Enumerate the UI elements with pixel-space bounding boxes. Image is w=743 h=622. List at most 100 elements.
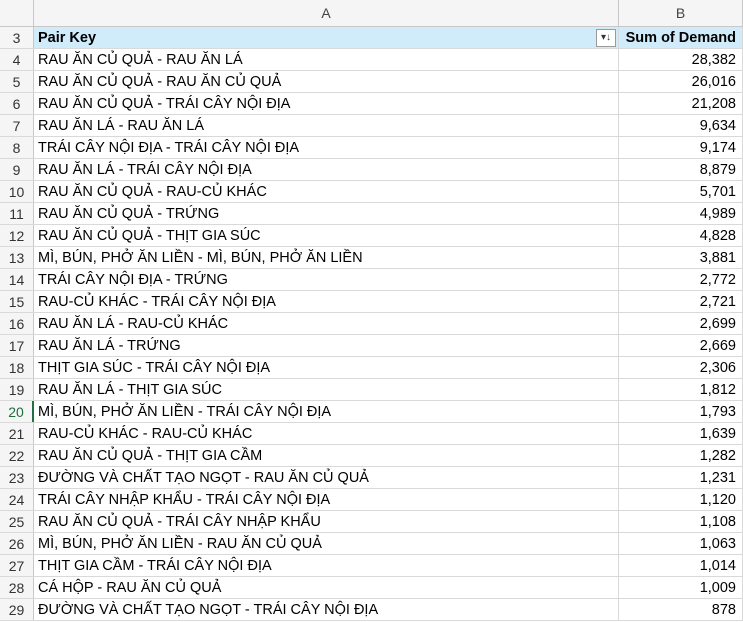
pair-key-cell[interactable]: RAU ĂN CỦ QUẢ - TRỨNG bbox=[34, 203, 619, 224]
table-row: 18 THỊT GIA SÚC - TRÁI CÂY NỘI ĐỊA 2,306 bbox=[0, 357, 743, 379]
row-number[interactable]: 12 bbox=[0, 225, 34, 246]
table-row: 6 RAU ĂN CỦ QUẢ - TRÁI CÂY NỘI ĐỊA 21,208 bbox=[0, 93, 743, 115]
sum-of-demand-cell[interactable]: 2,306 bbox=[619, 357, 743, 378]
pair-key-cell[interactable]: ĐƯỜNG VÀ CHẤT TẠO NGỌT - RAU ĂN CỦ QUẢ bbox=[34, 467, 619, 488]
row-number[interactable]: 18 bbox=[0, 357, 34, 378]
pair-key-cell[interactable]: MÌ, BÚN, PHỞ ĂN LIỀN - MÌ, BÚN, PHỞ ĂN L… bbox=[34, 247, 619, 268]
sum-of-demand-cell[interactable]: 1,014 bbox=[619, 555, 743, 576]
pair-key-cell[interactable]: TRÁI CÂY NHẬP KHẨU - TRÁI CÂY NỘI ĐỊA bbox=[34, 489, 619, 510]
pair-key-cell[interactable]: THỊT GIA SÚC - TRÁI CÂY NỘI ĐỊA bbox=[34, 357, 619, 378]
pair-key-cell[interactable]: RAU ĂN LÁ - RAU ĂN LÁ bbox=[34, 115, 619, 136]
pair-key-cell[interactable]: MÌ, BÚN, PHỞ ĂN LIỀN - TRÁI CÂY NỘI ĐỊA bbox=[34, 401, 619, 422]
pair-key-cell[interactable]: RAU ĂN CỦ QUẢ - RAU ĂN CỦ QUẢ bbox=[34, 71, 619, 92]
sum-of-demand-cell[interactable]: 4,828 bbox=[619, 225, 743, 246]
pair-key-cell[interactable]: RAU-CỦ KHÁC - TRÁI CÂY NỘI ĐỊA bbox=[34, 291, 619, 312]
row-number[interactable]: 10 bbox=[0, 181, 34, 202]
sum-of-demand-cell[interactable]: 9,174 bbox=[619, 137, 743, 158]
sum-of-demand-cell[interactable]: 2,699 bbox=[619, 313, 743, 334]
sum-of-demand-cell[interactable]: 28,382 bbox=[619, 49, 743, 70]
pair-key-cell[interactable]: RAU ĂN CỦ QUẢ - TRÁI CÂY NHẬP KHẨU bbox=[34, 511, 619, 532]
sum-of-demand-cell[interactable]: 9,634 bbox=[619, 115, 743, 136]
row-number[interactable]: 11 bbox=[0, 203, 34, 224]
column-header-b[interactable]: B bbox=[619, 0, 743, 26]
row-number[interactable]: 16 bbox=[0, 313, 34, 334]
select-all-corner[interactable] bbox=[0, 0, 34, 26]
row-number[interactable]: 4 bbox=[0, 49, 34, 70]
sum-of-demand-cell[interactable]: 8,879 bbox=[619, 159, 743, 180]
table-row: 12 RAU ĂN CỦ QUẢ - THỊT GIA SÚC 4,828 bbox=[0, 225, 743, 247]
row-number[interactable]: 15 bbox=[0, 291, 34, 312]
pair-key-cell[interactable]: RAU ĂN CỦ QUẢ - RAU ĂN LÁ bbox=[34, 49, 619, 70]
row-number[interactable]: 9 bbox=[0, 159, 34, 180]
row-number[interactable]: 19 bbox=[0, 379, 34, 400]
pair-key-cell[interactable]: THỊT GIA CẦM - TRÁI CÂY NỘI ĐỊA bbox=[34, 555, 619, 576]
sum-of-demand-cell[interactable]: 4,989 bbox=[619, 203, 743, 224]
pair-key-cell[interactable]: RAU ĂN LÁ - TRÁI CÂY NỘI ĐỊA bbox=[34, 159, 619, 180]
pair-key-cell[interactable]: RAU ĂN CỦ QUẢ - TRÁI CÂY NỘI ĐỊA bbox=[34, 93, 619, 114]
pair-key-cell[interactable]: ĐƯỜNG VÀ CHẤT TẠO NGỌT - TRÁI CÂY NỘI ĐỊ… bbox=[34, 599, 619, 620]
row-number[interactable]: 5 bbox=[0, 71, 34, 92]
sum-of-demand-cell[interactable]: 1,231 bbox=[619, 467, 743, 488]
table-row: 10 RAU ĂN CỦ QUẢ - RAU-CỦ KHÁC 5,701 bbox=[0, 181, 743, 203]
table-row: 28 CÁ HỘP - RAU ĂN CỦ QUẢ 1,009 bbox=[0, 577, 743, 599]
row-number[interactable]: 3 bbox=[0, 27, 34, 48]
row-number[interactable]: 7 bbox=[0, 115, 34, 136]
table-row: 29 ĐƯỜNG VÀ CHẤT TẠO NGỌT - TRÁI CÂY NỘI … bbox=[0, 599, 743, 621]
pair-key-cell[interactable]: CÁ HỘP - RAU ĂN CỦ QUẢ bbox=[34, 577, 619, 598]
pair-key-cell[interactable]: RAU-CỦ KHÁC - RAU-CỦ KHÁC bbox=[34, 423, 619, 444]
pair-key-cell[interactable]: RAU ĂN LÁ - RAU-CỦ KHÁC bbox=[34, 313, 619, 334]
sum-of-demand-header-cell[interactable]: Sum of Demand bbox=[619, 27, 743, 48]
row-number[interactable]: 17 bbox=[0, 335, 34, 356]
sum-of-demand-cell[interactable]: 26,016 bbox=[619, 71, 743, 92]
row-number[interactable]: 24 bbox=[0, 489, 34, 510]
sum-of-demand-cell[interactable]: 1,812 bbox=[619, 379, 743, 400]
sum-of-demand-cell[interactable]: 1,639 bbox=[619, 423, 743, 444]
pair-key-cell[interactable]: RAU ĂN CỦ QUẢ - THỊT GIA SÚC bbox=[34, 225, 619, 246]
table-row: 26 MÌ, BÚN, PHỞ ĂN LIỀN - RAU ĂN CỦ QUẢ 1,… bbox=[0, 533, 743, 555]
pair-key-cell[interactable]: TRÁI CÂY NỘI ĐỊA - TRỨNG bbox=[34, 269, 619, 290]
sum-of-demand-cell[interactable]: 878 bbox=[619, 599, 743, 620]
sum-of-demand-cell[interactable]: 21,208 bbox=[619, 93, 743, 114]
spreadsheet: A B 3 Pair Key ▾↓ Sum of Demand 4 RAU ĂN … bbox=[0, 0, 743, 622]
sum-of-demand-cell[interactable]: 2,669 bbox=[619, 335, 743, 356]
table-row: 11 RAU ĂN CỦ QUẢ - TRỨNG 4,989 bbox=[0, 203, 743, 225]
table-row: 8 TRÁI CÂY NỘI ĐỊA - TRÁI CÂY NỘI ĐỊA 9,17… bbox=[0, 137, 743, 159]
sum-of-demand-cell[interactable]: 1,063 bbox=[619, 533, 743, 554]
sum-of-demand-cell[interactable]: 1,009 bbox=[619, 577, 743, 598]
row-number[interactable]: 8 bbox=[0, 137, 34, 158]
pair-key-cell[interactable]: RAU ĂN CỦ QUẢ - RAU-CỦ KHÁC bbox=[34, 181, 619, 202]
pair-key-cell[interactable]: TRÁI CÂY NỘI ĐỊA - TRÁI CÂY NỘI ĐỊA bbox=[34, 137, 619, 158]
sum-of-demand-cell[interactable]: 5,701 bbox=[619, 181, 743, 202]
row-number[interactable]: 25 bbox=[0, 511, 34, 532]
sum-of-demand-cell[interactable]: 2,772 bbox=[619, 269, 743, 290]
column-header-a[interactable]: A bbox=[34, 0, 619, 26]
row-number[interactable]: 22 bbox=[0, 445, 34, 466]
data-rows: 4 RAU ĂN CỦ QUẢ - RAU ĂN LÁ 28,382 5 RAU ĂN … bbox=[0, 49, 743, 621]
sum-of-demand-cell[interactable]: 2,721 bbox=[619, 291, 743, 312]
row-number[interactable]: 28 bbox=[0, 577, 34, 598]
pair-key-cell[interactable]: MÌ, BÚN, PHỞ ĂN LIỀN - RAU ĂN CỦ QUẢ bbox=[34, 533, 619, 554]
table-row: 13 MÌ, BÚN, PHỞ ĂN LIỀN - MÌ, BÚN, PHỞ ĂN… bbox=[0, 247, 743, 269]
row-number[interactable]: 14 bbox=[0, 269, 34, 290]
sort-descending-filter-icon[interactable]: ▾↓ bbox=[596, 28, 616, 47]
sum-of-demand-cell[interactable]: 1,120 bbox=[619, 489, 743, 510]
row-number[interactable]: 13 bbox=[0, 247, 34, 268]
pair-key-header-cell[interactable]: Pair Key ▾↓ bbox=[34, 27, 619, 48]
table-row: 16 RAU ĂN LÁ - RAU-CỦ KHÁC 2,699 bbox=[0, 313, 743, 335]
row-number[interactable]: 29 bbox=[0, 599, 34, 620]
row-number[interactable]: 20 bbox=[0, 401, 34, 422]
row-number[interactable]: 27 bbox=[0, 555, 34, 576]
row-number[interactable]: 21 bbox=[0, 423, 34, 444]
sum-of-demand-cell[interactable]: 3,881 bbox=[619, 247, 743, 268]
sum-of-demand-cell[interactable]: 1,282 bbox=[619, 445, 743, 466]
row-number[interactable]: 6 bbox=[0, 93, 34, 114]
sum-of-demand-cell[interactable]: 1,793 bbox=[619, 401, 743, 422]
column-headers: A B bbox=[0, 0, 743, 27]
table-row: 7 RAU ĂN LÁ - RAU ĂN LÁ 9,634 bbox=[0, 115, 743, 137]
pair-key-cell[interactable]: RAU ĂN LÁ - THỊT GIA SÚC bbox=[34, 379, 619, 400]
row-number[interactable]: 23 bbox=[0, 467, 34, 488]
pair-key-cell[interactable]: RAU ĂN CỦ QUẢ - THỊT GIA CẦM bbox=[34, 445, 619, 466]
row-number[interactable]: 26 bbox=[0, 533, 34, 554]
sum-of-demand-cell[interactable]: 1,108 bbox=[619, 511, 743, 532]
pair-key-cell[interactable]: RAU ĂN LÁ - TRỨNG bbox=[34, 335, 619, 356]
